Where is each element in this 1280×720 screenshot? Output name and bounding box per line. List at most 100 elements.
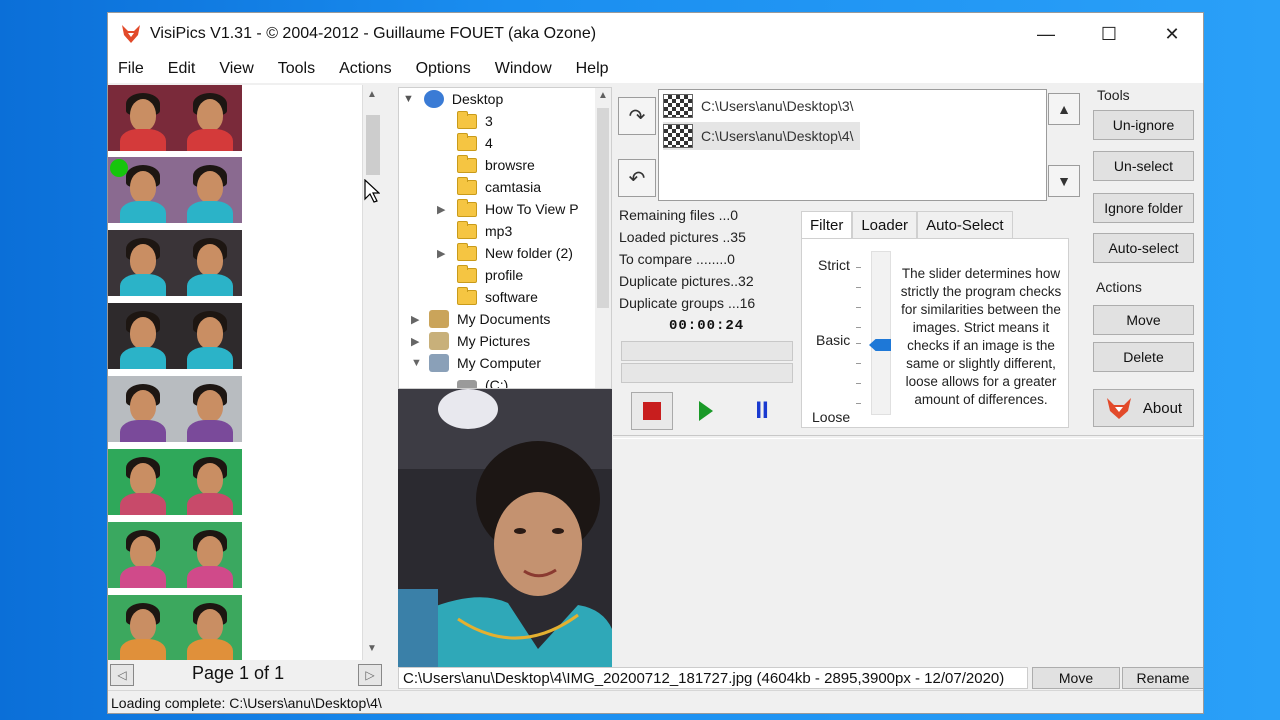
minimize-button[interactable]: — [1015, 13, 1077, 55]
menu-view[interactable]: View [219, 60, 253, 78]
tree-item-my-documents[interactable]: My Documents [429, 308, 550, 330]
duplicate-pair[interactable] [108, 303, 242, 369]
pause-button[interactable]: II [741, 392, 783, 430]
tree-item-folder[interactable]: 4 [457, 132, 493, 154]
thumbnail-image[interactable] [108, 303, 175, 369]
duplicate-pair[interactable] [108, 230, 242, 296]
tree-item-folder[interactable]: mp3 [457, 220, 512, 242]
thumbnail-image[interactable] [175, 595, 242, 661]
thumbnail-image[interactable] [108, 522, 175, 588]
file-info-bar: C:\Users\anu\Desktop\4\IMG_20200712_1817… [398, 667, 1203, 689]
move-up-button[interactable]: ▲ [1048, 93, 1080, 125]
duplicate-pair[interactable] [108, 157, 242, 223]
duplicate-pair[interactable] [108, 376, 242, 442]
menu-help[interactable]: Help [576, 60, 609, 78]
menu-window[interactable]: Window [495, 60, 552, 78]
duplicate-pair[interactable] [108, 449, 242, 515]
remove-folder-button[interactable]: ↶ [618, 159, 656, 197]
strict-label: Strict [818, 257, 850, 273]
menu-tools[interactable]: Tools [278, 60, 315, 78]
thumbnail-image[interactable] [108, 449, 175, 515]
move-button[interactable]: Move [1093, 305, 1194, 335]
collapse-arrow-icon[interactable]: ▼ [403, 93, 414, 105]
tree-item-my-computer[interactable]: My Computer [429, 352, 541, 374]
loose-label: Loose [812, 409, 851, 425]
thumbnail-image[interactable] [175, 449, 242, 515]
un-ignore-button[interactable]: Un-ignore [1093, 110, 1194, 140]
tree-item-folder[interactable]: New folder (2) [457, 242, 573, 264]
expand-arrow-icon[interactable]: ▶ [437, 247, 445, 260]
duplicate-pair[interactable] [108, 595, 242, 661]
scroll-up-arrow-icon[interactable]: ▲ [367, 89, 377, 100]
documents-icon [429, 310, 449, 328]
un-select-button[interactable]: Un-select [1093, 151, 1194, 181]
fox-logo-icon [122, 25, 140, 43]
tree-item-folder[interactable]: profile [457, 264, 523, 286]
previous-page-button[interactable]: ◁ [110, 664, 134, 686]
stop-button[interactable] [631, 392, 673, 430]
menu-options[interactable]: Options [416, 60, 471, 78]
move-down-button[interactable]: ▼ [1048, 165, 1080, 197]
thumbnail-image[interactable] [175, 230, 242, 296]
tree-scrollbar[interactable]: ▲ [595, 88, 611, 388]
expand-arrow-icon[interactable]: ▶ [411, 313, 419, 326]
next-page-button[interactable]: ▷ [358, 664, 382, 686]
duplicate-pair[interactable] [108, 522, 242, 588]
tab-loader[interactable]: Loader [852, 211, 918, 239]
thumbnail-image[interactable] [175, 303, 242, 369]
thumbnail-image[interactable] [175, 157, 242, 223]
tree-item-desktop[interactable]: ▼ Desktop [403, 88, 503, 110]
tab-auto-select[interactable]: Auto-Select [917, 211, 1013, 239]
expand-arrow-icon[interactable]: ▶ [437, 203, 445, 216]
tree-item-folder[interactable]: camtasia [457, 176, 541, 198]
expand-arrow-icon[interactable]: ▶ [411, 335, 419, 348]
play-button[interactable] [685, 392, 727, 430]
auto-select-button[interactable]: Auto-select [1093, 233, 1194, 263]
tree-item-folder[interactable]: browsre [457, 154, 535, 176]
thumbnail-image[interactable] [108, 85, 175, 151]
about-button[interactable]: About [1093, 389, 1194, 427]
thumbnail-image[interactable] [175, 522, 242, 588]
maximize-button[interactable]: ☐ [1078, 13, 1140, 55]
menu-actions[interactable]: Actions [339, 60, 391, 78]
scroll-up-arrow-icon[interactable]: ▲ [598, 90, 608, 101]
status-bar: Loading complete: C:\Users\anu\Desktop\4… [108, 690, 1203, 713]
image-preview [398, 389, 612, 685]
window-title: VisiPics V1.31 - © 2004-2012 - Guillaume… [150, 25, 597, 42]
tree-item-drive[interactable]: (C:) [457, 374, 508, 388]
tree-item-folder[interactable]: 3 [457, 110, 493, 132]
ignore-folder-button[interactable]: Ignore folder [1093, 193, 1194, 223]
delete-button[interactable]: Delete [1093, 342, 1194, 372]
menu-file[interactable]: File [118, 60, 144, 78]
folder-icon [457, 286, 477, 305]
duplicate-pair[interactable] [108, 85, 242, 151]
add-folder-button[interactable]: ↷ [618, 97, 656, 135]
similarity-slider[interactable] [871, 251, 891, 415]
play-icon [699, 401, 713, 421]
menu-bar: File Edit View Tools Actions Options Win… [108, 55, 1203, 83]
scrollbar-thumb[interactable] [597, 108, 609, 308]
rename-button[interactable]: Rename [1122, 667, 1203, 689]
thumbnail-image[interactable] [108, 595, 175, 661]
tree-item-my-pictures[interactable]: My Pictures [429, 330, 530, 352]
scroll-down-arrow-icon[interactable]: ▼ [367, 643, 377, 654]
info-move-button[interactable]: Move [1032, 667, 1120, 689]
scrollbar-thumb[interactable] [366, 115, 380, 175]
thumbnail-image[interactable] [108, 230, 175, 296]
tab-filter[interactable]: Filter [801, 211, 853, 239]
tree-item-label: My Computer [457, 355, 542, 371]
tree-item-folder[interactable]: How To View P [457, 198, 579, 220]
duplicate-groups-stat: Duplicate groups ...16 [619, 295, 756, 311]
tree-item-folder[interactable]: software [457, 286, 538, 308]
status-text: Loading complete: C:\Users\anu\Desktop\4… [111, 694, 382, 711]
menu-edit[interactable]: Edit [168, 60, 196, 78]
thumbnail-image[interactable] [175, 85, 242, 151]
scan-folder-item[interactable]: C:\Users\anu\Desktop\4\ [663, 122, 860, 150]
thumbnail-image[interactable] [108, 376, 175, 442]
tree-item-label: My Documents [457, 311, 551, 327]
close-button[interactable]: ✕ [1141, 13, 1203, 55]
collapse-arrow-icon[interactable]: ▼ [411, 357, 422, 369]
thumbnail-scrollbar[interactable]: ▲ ▼ [362, 85, 382, 660]
thumbnail-image[interactable] [175, 376, 242, 442]
scan-folder-item[interactable]: C:\Users\anu\Desktop\3\ [663, 92, 860, 120]
